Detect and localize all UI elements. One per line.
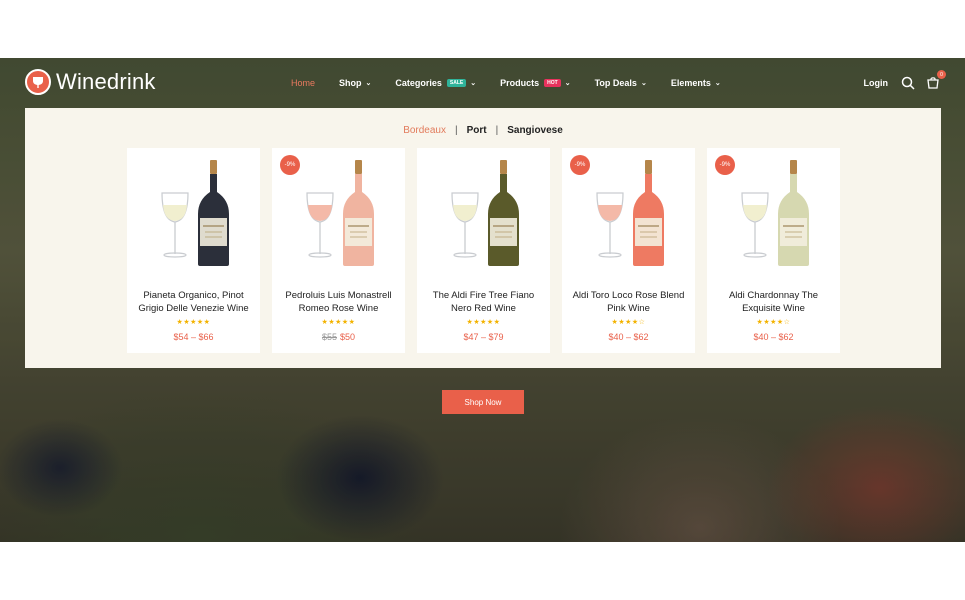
category-tabs: Bordeaux | Port | Sangiovese — [25, 125, 941, 136]
product-name[interactable]: Pianeta Organico, Pinot Grigio Delle Ven… — [133, 289, 254, 315]
product-name[interactable]: The Aldi Fire Tree Fiano Nero Red Wine — [423, 289, 544, 315]
wine-glass-icon — [25, 69, 51, 95]
chevron-down-icon: ⌄ — [470, 80, 477, 87]
current-price: $40 – $62 — [608, 332, 649, 342]
header-actions: Login 0 — [864, 58, 946, 108]
chevron-down-icon: ⌄ — [714, 80, 721, 87]
old-price: $55 — [321, 332, 337, 342]
product-price: $47 – $79 — [417, 332, 550, 342]
nav-home-label: Home — [291, 78, 316, 88]
product-card[interactable]: Pianeta Organico, Pinot Grigio Delle Ven… — [127, 148, 260, 353]
rating-stars: ★★★★★ — [466, 319, 501, 326]
cart-count-badge: 0 — [937, 70, 946, 79]
mega-menu-panel: Bordeaux | Port | Sangiovese Pianeta Org… — [25, 108, 941, 368]
product-image — [161, 160, 229, 266]
nav-elements[interactable]: Elements ⌄ — [671, 78, 721, 88]
product-price: $40 – $62 — [562, 332, 695, 342]
nav-top-deals[interactable]: Top Deals ⌄ — [595, 78, 647, 88]
brand-logo[interactable]: Winedrink — [25, 69, 156, 95]
nav-categories-label: Categories — [395, 78, 442, 88]
product-grid: Pianeta Organico, Pinot Grigio Delle Ven… — [127, 148, 840, 353]
nav-products[interactable]: Products HOT ⌄ — [500, 78, 570, 88]
product-name[interactable]: Aldi Toro Loco Rose Blend Pink Wine — [568, 289, 689, 315]
tab-divider: | — [455, 125, 458, 136]
product-image — [306, 160, 374, 266]
tab-bordeaux[interactable]: Bordeaux — [403, 125, 446, 136]
rating-stars: ★★★★☆ — [611, 319, 646, 326]
rating-stars: ★★★★★ — [176, 319, 211, 326]
hot-badge: HOT — [544, 79, 561, 87]
current-price: $47 – $79 — [463, 332, 504, 342]
brand-name: Winedrink — [56, 69, 156, 94]
login-link[interactable]: Login — [864, 78, 889, 88]
tab-divider: | — [495, 125, 499, 136]
rating-stars: ★★★★★ — [321, 319, 356, 326]
nav-products-label: Products — [500, 78, 540, 88]
product-card[interactable]: -9% Aldi Toro Loco Rose Blend Pink Wine ★… — [562, 148, 695, 353]
product-card[interactable]: -9% Pedroluis Luis Monastrell Romeo Rose… — [272, 148, 405, 353]
product-image — [596, 160, 664, 266]
nav-elements-label: Elements — [670, 78, 711, 88]
site-header: Winedrink Home Shop ⌄ Categories SALE ⌄ Pro… — [0, 58, 965, 108]
product-price: $54 – $66 — [127, 332, 260, 342]
rating-stars: ★★★★☆ — [756, 319, 791, 326]
product-card[interactable]: -9% Aldi Chardonnay The Exquisite Wine ★★… — [707, 148, 840, 353]
current-price: $40 – $62 — [753, 332, 794, 342]
nav-categories[interactable]: Categories SALE ⌄ — [395, 78, 476, 88]
product-price: $40 – $62 — [707, 332, 840, 342]
nav-shop-label: Shop — [339, 78, 362, 88]
nav-top-deals-label: Top Deals — [594, 78, 637, 88]
shop-now-button[interactable]: Shop Now — [442, 390, 524, 414]
sale-badge: SALE — [446, 79, 467, 87]
nav-home[interactable]: Home — [291, 78, 315, 88]
product-card[interactable]: The Aldi Fire Tree Fiano Nero Red Wine ★★… — [417, 148, 550, 353]
product-image — [451, 160, 519, 266]
tab-sangiovese[interactable]: Sangiovese — [507, 125, 563, 136]
current-price: $54 – $66 — [173, 332, 214, 342]
main-nav: Home Shop ⌄ Categories SALE ⌄ Products HOT ⌄ … — [291, 58, 745, 108]
chevron-down-icon: ⌄ — [640, 80, 647, 87]
nav-shop[interactable]: Shop ⌄ — [339, 78, 371, 88]
product-price: $55 $50 — [272, 332, 405, 342]
chevron-down-icon: ⌄ — [365, 80, 372, 87]
product-name[interactable]: Pedroluis Luis Monastrell Romeo Rose Win… — [278, 289, 399, 315]
product-name[interactable]: Aldi Chardonnay The Exquisite Wine — [713, 289, 834, 315]
product-image — [741, 160, 809, 266]
cart-icon[interactable]: 0 — [926, 70, 946, 90]
search-icon[interactable] — [901, 76, 915, 90]
tab-port[interactable]: Port — [467, 125, 487, 136]
chevron-down-icon: ⌄ — [564, 80, 571, 87]
current-price: $50 — [340, 332, 356, 342]
